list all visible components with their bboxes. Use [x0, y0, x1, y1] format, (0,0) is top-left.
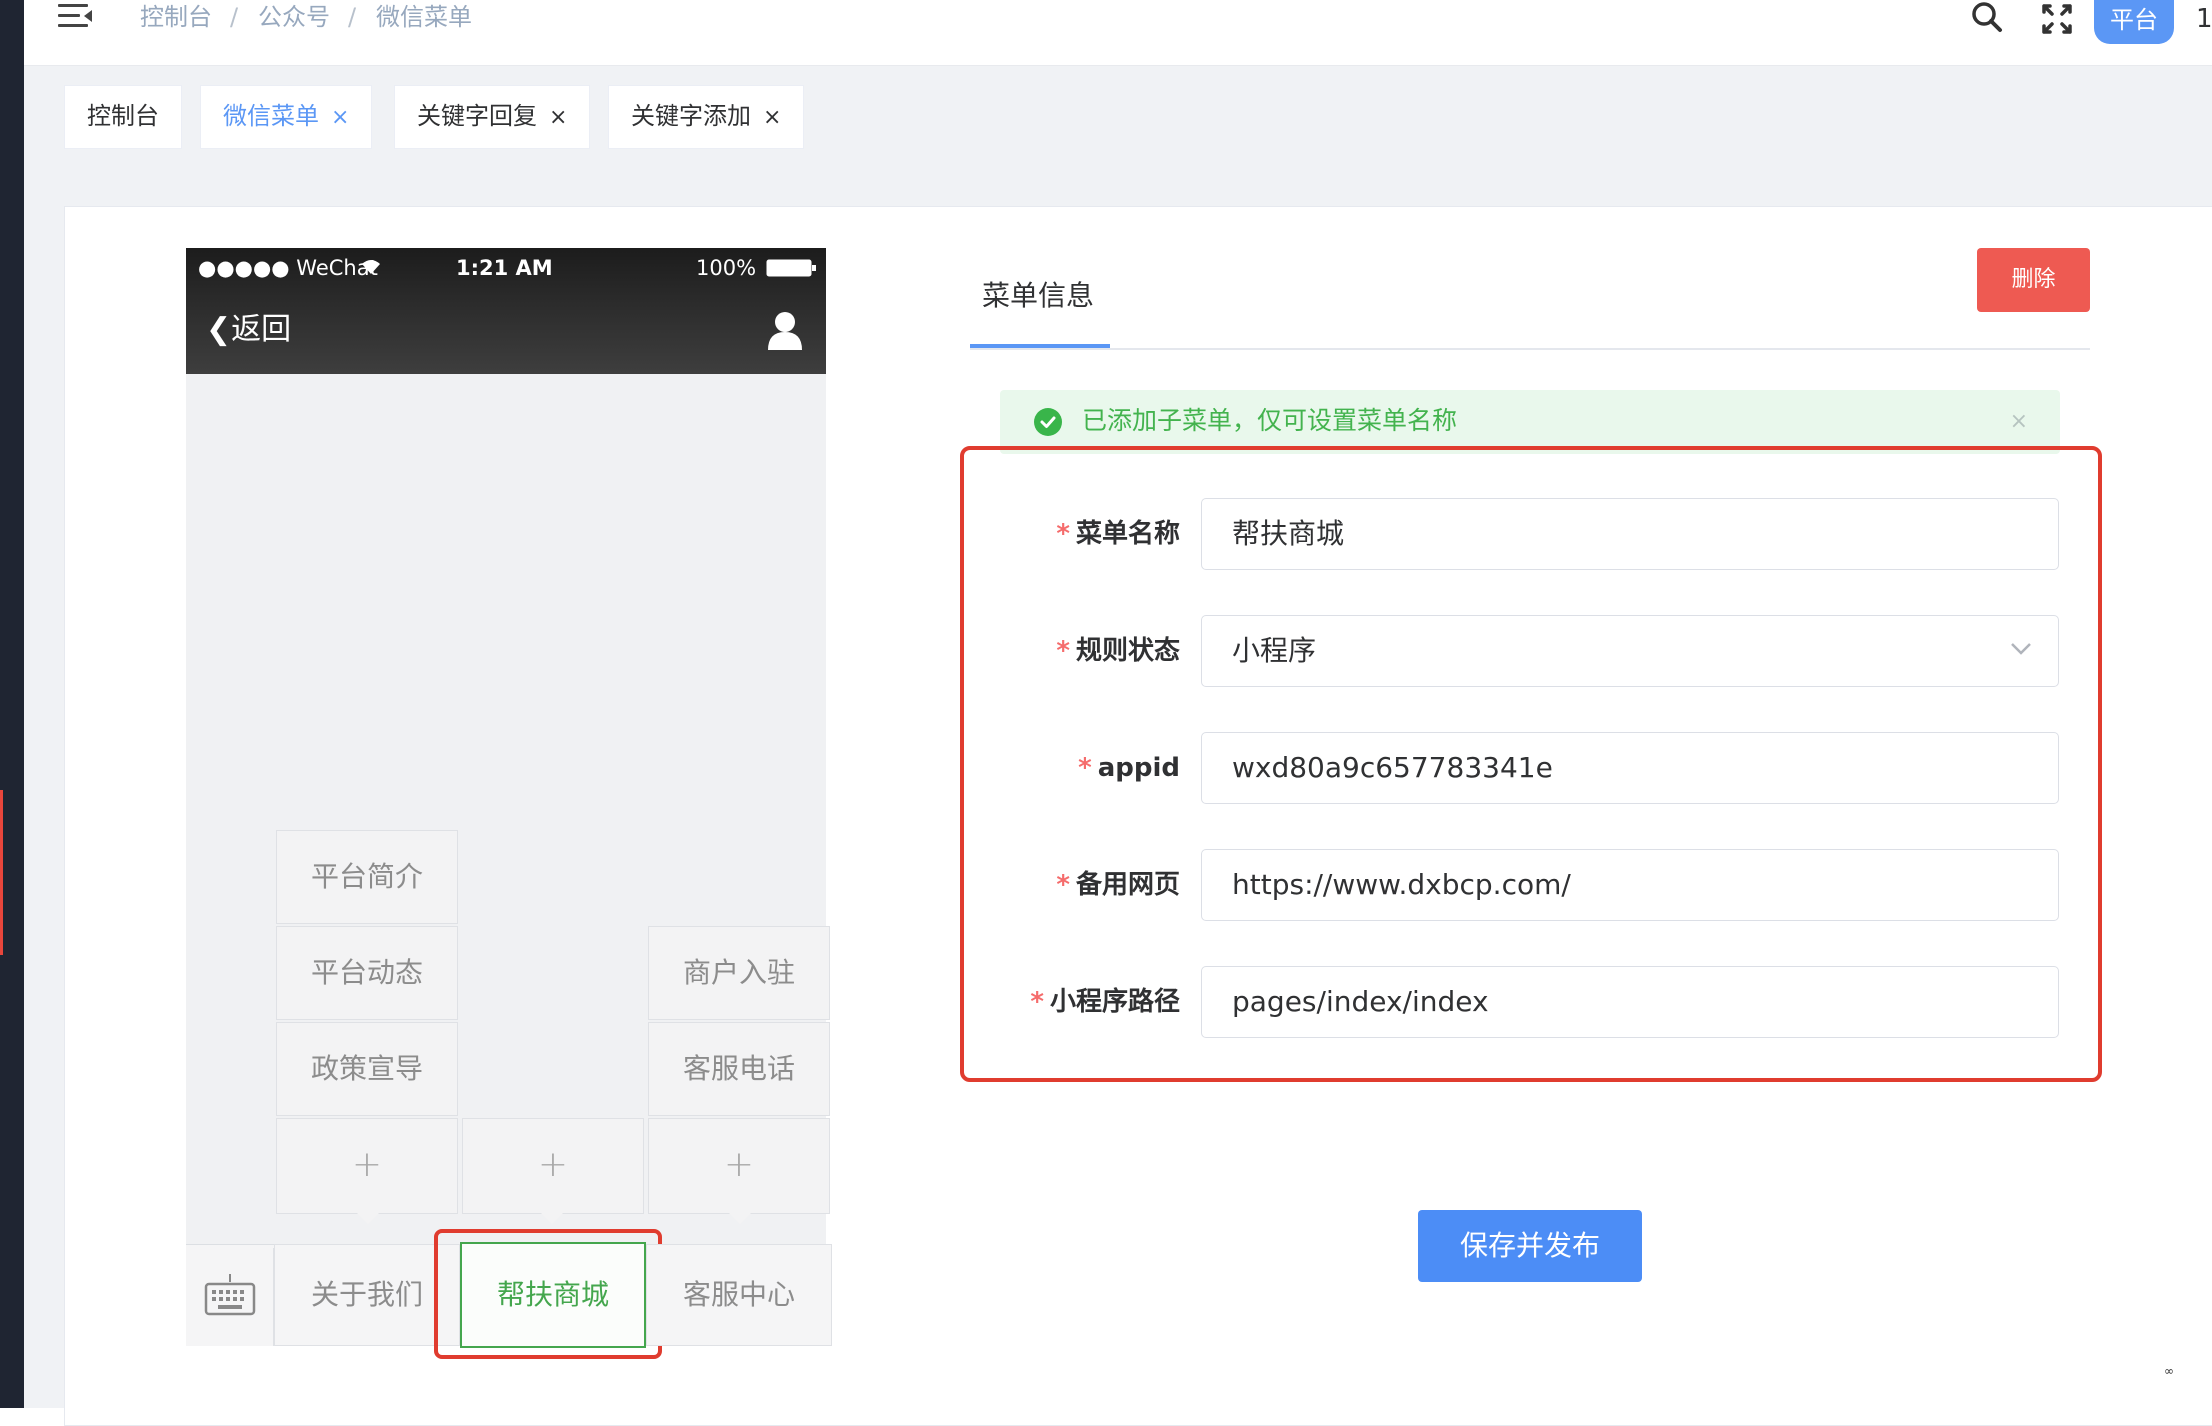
tag-label: 微信菜单 — [223, 102, 319, 130]
user-icon[interactable] — [766, 310, 804, 350]
delete-button[interactable]: 删除 — [1977, 248, 2090, 312]
search-icon[interactable] — [1968, 0, 2008, 38]
miniprogram-path-input[interactable]: pages/index/index — [1201, 966, 2059, 1038]
battery-icon — [766, 259, 816, 277]
field-label-text: appid — [1097, 753, 1180, 783]
tag-label: 控制台 — [87, 102, 159, 130]
breadcrumb-separator: / — [348, 3, 357, 31]
tag-keyword-add[interactable]: 关键字添加 × — [608, 85, 805, 149]
status-time: 1:21 AM — [456, 256, 553, 280]
required-mark: * — [1056, 636, 1070, 666]
close-icon[interactable]: × — [763, 88, 781, 148]
header-truncated-text: 1 — [2196, 4, 2212, 34]
main-menu-about-us[interactable]: 关于我们 — [274, 1244, 460, 1346]
top-header: 控制台 / 公众号 / 微信菜单 平台 1 — [24, 0, 2212, 66]
chevron-left-icon: ❮ — [206, 312, 232, 347]
rule-status-select[interactable]: 小程序 — [1201, 615, 2059, 687]
hamburger-icon[interactable] — [58, 2, 92, 30]
field-label-appid: * appid — [960, 748, 1180, 788]
keyboard-icon — [204, 1274, 256, 1316]
required-mark: * — [1056, 870, 1070, 900]
sidebar-edge — [0, 0, 24, 1408]
add-submenu-button[interactable]: + — [276, 1118, 458, 1214]
required-mark: * — [1056, 519, 1070, 549]
required-mark: * — [1030, 987, 1044, 1017]
field-label-text: 规则状态 — [1075, 636, 1180, 666]
main-menu-customer-service[interactable]: 客服中心 — [646, 1244, 832, 1346]
breadcrumb-item-console[interactable]: 控制台 — [140, 0, 212, 34]
submenu-item-merchant-join[interactable]: 商户入驻 — [648, 926, 830, 1020]
phone-status-bar: ●●●●● WeChat 1:21 AM 100% ❮返回 — [186, 248, 826, 374]
submenu-item-policy[interactable]: 政策宣导 — [276, 1022, 458, 1116]
watermark-mark: ∞ — [2164, 1364, 2174, 1378]
back-label: 返回 — [231, 312, 292, 347]
submenu-pointer — [356, 1212, 380, 1224]
field-label-text: 小程序路径 — [1049, 987, 1180, 1017]
close-icon[interactable]: × — [549, 88, 567, 148]
tag-console[interactable]: 控制台 — [64, 85, 182, 149]
tag-keyword-reply[interactable]: 关键字回复 × — [394, 85, 591, 149]
tab-active-indicator — [970, 344, 1110, 348]
main-menu-mall-selected[interactable]: 帮扶商城 — [460, 1242, 646, 1348]
breadcrumb-separator: / — [230, 3, 239, 31]
backup-url-input[interactable]: https://www.dxbcp.com/ — [1201, 849, 2059, 921]
submenu-item-platform-news[interactable]: 平台动态 — [276, 926, 458, 1020]
battery-text: 100% — [696, 256, 757, 280]
submenu-item-service-phone[interactable]: 客服电话 — [648, 1022, 830, 1116]
close-icon[interactable]: × — [331, 88, 349, 148]
keyboard-toggle[interactable] — [186, 1248, 274, 1346]
close-icon[interactable]: × — [2010, 404, 2028, 440]
breadcrumb-item-wechat-menu: 微信菜单 — [376, 3, 472, 31]
wifi-icon — [362, 260, 380, 274]
select-value: 小程序 — [1232, 634, 1317, 667]
appid-input[interactable]: wxd80a9c657783341e — [1201, 732, 2059, 804]
field-label-menu-name: * 菜单名称 — [960, 514, 1180, 554]
tag-label: 关键字添加 — [631, 102, 751, 130]
alert-message: 已添加子菜单，仅可设置菜单名称 — [1082, 406, 1458, 435]
menu-name-input[interactable]: 帮扶商城 — [1201, 498, 2059, 570]
field-label-miniprogram-path: * 小程序路径 — [960, 982, 1180, 1022]
carrier-text: ●●●●● WeChat — [198, 256, 378, 280]
platform-button[interactable]: 平台 — [2094, 0, 2174, 44]
tag-label: 关键字回复 — [417, 102, 537, 130]
breadcrumb-item-official-account[interactable]: 公众号 — [258, 0, 330, 34]
field-label-text: 备用网页 — [1075, 870, 1180, 900]
tab-menu-info[interactable]: 菜单信息 — [982, 278, 1094, 314]
submenu-pointer — [728, 1212, 752, 1224]
submenu-pointer — [540, 1212, 564, 1224]
save-publish-button[interactable]: 保存并发布 — [1418, 1210, 1642, 1282]
chevron-down-icon — [2011, 643, 2031, 655]
back-button[interactable]: ❮返回 — [206, 310, 291, 350]
submenu-item-platform-intro[interactable]: 平台简介 — [276, 830, 458, 924]
sidebar-active-marker — [0, 790, 3, 955]
required-mark: * — [1078, 753, 1092, 783]
tag-wechat-menu[interactable]: 微信菜单 × — [200, 85, 373, 149]
field-label-text: 菜单名称 — [1075, 519, 1180, 549]
tags-view-bar: 控制台 微信菜单 × 关键字回复 × 关键字添加 × — [24, 66, 2212, 166]
fullscreen-icon[interactable] — [2038, 0, 2078, 38]
check-circle-icon — [1034, 408, 1062, 436]
tab-divider — [970, 348, 2090, 350]
add-submenu-button[interactable]: + — [462, 1118, 644, 1214]
field-label-backup-url: * 备用网页 — [960, 865, 1180, 905]
info-alert: 已添加子菜单，仅可设置菜单名称 × — [1000, 390, 2060, 454]
field-label-rule-status: * 规则状态 — [960, 631, 1180, 671]
add-submenu-button[interactable]: + — [648, 1118, 830, 1214]
